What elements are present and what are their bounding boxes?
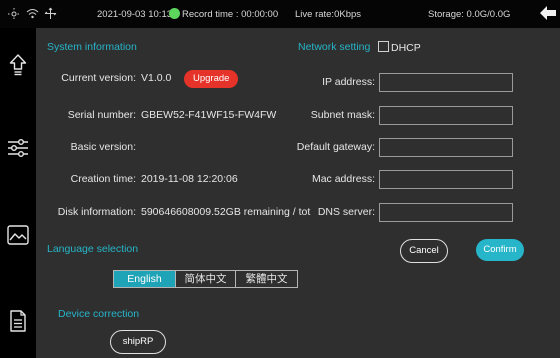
mac-address-label: Mac address: bbox=[311, 173, 375, 185]
status-datetime: 2021-09-03 10:13 bbox=[97, 9, 173, 20]
language-option-traditional-chinese[interactable]: 繁體中文 bbox=[236, 271, 297, 287]
current-version-value: V1.0.0 bbox=[141, 72, 172, 84]
dhcp-checkbox-box[interactable] bbox=[378, 41, 389, 52]
network-icon bbox=[44, 7, 57, 19]
settings-panel: System information Current version: V1.0… bbox=[36, 28, 560, 358]
disk-information-label: Disk information: bbox=[57, 206, 136, 218]
shiprp-button[interactable]: shipRP bbox=[110, 330, 166, 354]
sidebar-item-log[interactable] bbox=[3, 306, 33, 336]
subnet-mask-input[interactable] bbox=[379, 106, 513, 125]
disk-information-value: 590646608009.52GB remaining / tot bbox=[141, 206, 311, 218]
dhcp-checkbox[interactable]: DHCP bbox=[378, 41, 421, 54]
subnet-mask-label: Subnet mask: bbox=[310, 109, 375, 121]
document-icon bbox=[10, 310, 26, 332]
sliders-icon bbox=[8, 139, 28, 157]
dns-server-input[interactable] bbox=[379, 203, 513, 222]
sidebar-item-media[interactable] bbox=[3, 220, 33, 250]
status-bar: 2021-09-03 10:13 Record time : 00:00:00 … bbox=[0, 0, 560, 28]
serial-number-value: GBEW52-F41WF15-FW4FW bbox=[141, 109, 277, 121]
status-live-rate: Live rate:0Kbps bbox=[295, 9, 362, 20]
language-selection-title: Language selection bbox=[47, 243, 139, 255]
ip-address-label: IP address: bbox=[322, 76, 375, 88]
dns-server-label: DNS server: bbox=[317, 206, 375, 218]
basic-version-label: Basic version: bbox=[70, 141, 136, 153]
language-option-english[interactable]: English bbox=[114, 271, 176, 287]
device-correction-title: Device correction bbox=[58, 308, 140, 320]
image-icon bbox=[7, 225, 29, 245]
system-information-title: System information bbox=[47, 41, 137, 53]
sidebar-item-upgrade[interactable] bbox=[3, 50, 33, 80]
sidebar-item-settings[interactable] bbox=[3, 133, 33, 163]
back-arrow-icon[interactable] bbox=[540, 6, 556, 20]
current-version-label: Current version: bbox=[61, 72, 136, 84]
cancel-button[interactable]: Cancel bbox=[400, 239, 448, 263]
status-record-time: Record time : 00:00:00 bbox=[182, 9, 279, 20]
dhcp-label: DHCP bbox=[391, 42, 421, 54]
wifi-icon bbox=[26, 9, 39, 19]
brightness-icon bbox=[8, 8, 20, 20]
upgrade-button[interactable]: Upgrade bbox=[184, 70, 239, 88]
record-indicator bbox=[169, 8, 180, 19]
language-selector: English 简体中文 繁體中文 bbox=[113, 270, 298, 288]
default-gateway-label: Default gateway: bbox=[296, 141, 375, 153]
sidebar bbox=[0, 28, 36, 358]
default-gateway-input[interactable] bbox=[379, 138, 513, 157]
confirm-button[interactable]: Confirm bbox=[476, 239, 524, 261]
language-option-simplified-chinese[interactable]: 简体中文 bbox=[176, 271, 236, 287]
serial-number-label: Serial number: bbox=[67, 109, 136, 121]
upload-arrow-icon bbox=[9, 54, 27, 76]
creation-time-value: 2019-11-08 12:20:06 bbox=[141, 173, 238, 185]
mac-address-input[interactable] bbox=[379, 170, 513, 189]
ip-address-input[interactable] bbox=[379, 73, 513, 92]
creation-time-label: Creation time: bbox=[70, 173, 136, 185]
network-setting-title: Network setting bbox=[298, 41, 371, 53]
status-storage: Storage: 0.0G/0.0G bbox=[428, 9, 511, 20]
